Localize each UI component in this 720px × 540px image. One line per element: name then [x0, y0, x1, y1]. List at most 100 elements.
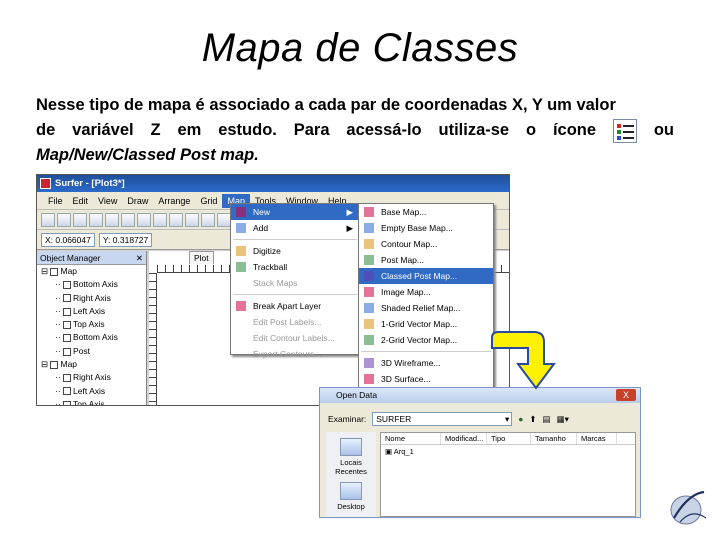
menu-file[interactable]: File: [43, 194, 68, 208]
file-name: Arq_1: [393, 447, 414, 456]
tree-item[interactable]: ⊟ Map: [37, 358, 146, 371]
menu-grid[interactable]: Grid: [195, 194, 222, 208]
new-folder-icon[interactable]: ▤: [543, 414, 551, 425]
menu-item[interactable]: Add ▶: [231, 220, 359, 236]
visibility-checkbox[interactable]: [63, 347, 72, 356]
menu-edit[interactable]: Edit: [68, 194, 94, 208]
visibility-checkbox[interactable]: [63, 387, 72, 396]
tree-item[interactable]: ·· Right Axis: [37, 371, 146, 384]
menu-item[interactable]: Empty Base Map...: [359, 220, 493, 236]
plot-tab[interactable]: Plot: [189, 251, 214, 264]
column-header[interactable]: Modificad...: [441, 433, 487, 444]
column-header[interactable]: Tipo: [487, 433, 531, 444]
close-button[interactable]: X: [616, 389, 636, 401]
menu-item[interactable]: 3D Surface...: [359, 371, 493, 387]
tree-item[interactable]: ·· Bottom Axis: [37, 278, 146, 291]
column-header[interactable]: Nome: [381, 433, 441, 444]
tree-item[interactable]: ·· Top Axis: [37, 318, 146, 331]
visibility-checkbox[interactable]: [63, 281, 72, 290]
arrow-icon: [491, 331, 556, 390]
tree-item[interactable]: ·· Top Axis: [37, 398, 146, 405]
collapse-icon[interactable]: ⊟: [41, 266, 50, 276]
menu-item[interactable]: Base Map...: [359, 204, 493, 220]
menu-item[interactable]: Post Map...: [359, 252, 493, 268]
visibility-checkbox[interactable]: [50, 267, 59, 276]
menu-draw[interactable]: Draw: [122, 194, 153, 208]
visibility-checkbox[interactable]: [63, 374, 72, 383]
menu-separator: [361, 351, 491, 352]
visibility-checkbox[interactable]: [63, 320, 72, 329]
menu-item-icon: [364, 255, 374, 265]
menu-item[interactable]: Classed Post Map...: [359, 268, 493, 284]
visibility-checkbox[interactable]: [63, 334, 72, 343]
menu-view[interactable]: View: [93, 194, 122, 208]
place-item[interactable]: Locais Recentes: [326, 438, 376, 476]
menu-item[interactable]: Edit Contour Labels...: [231, 330, 359, 346]
open-file-icon[interactable]: [57, 212, 71, 227]
visibility-checkbox[interactable]: [50, 360, 59, 369]
folder-select[interactable]: SURFER ▾: [372, 412, 513, 426]
x-coordinate: X: 0.066047: [41, 232, 95, 247]
print-preview-icon[interactable]: [105, 212, 119, 227]
menu-item[interactable]: Shaded Relief Map...: [359, 300, 493, 316]
visibility-checkbox[interactable]: [63, 307, 72, 316]
column-header[interactable]: Marcas: [577, 433, 617, 444]
tree-item[interactable]: ⊟ Map: [37, 265, 146, 278]
menu-item-icon: [364, 271, 374, 281]
save-icon[interactable]: [73, 212, 87, 227]
redo-icon[interactable]: [185, 212, 199, 227]
up-folder-icon[interactable]: ⬆: [529, 414, 536, 425]
tree-item[interactable]: ·· Left Axis: [37, 305, 146, 318]
zoom-icon[interactable]: [217, 212, 231, 227]
undo-icon[interactable]: [121, 212, 135, 227]
menu-item-icon: [364, 287, 374, 297]
menu-item-icon: [364, 303, 374, 313]
menu-item[interactable]: Image Map...: [359, 284, 493, 300]
surfer-title: Surfer - [Plot3*]: [55, 178, 125, 189]
collapse-icon[interactable]: ⊟: [41, 359, 50, 369]
place-item[interactable]: Desktop: [326, 482, 376, 511]
tree-item[interactable]: ·· Bottom Axis: [37, 331, 146, 344]
close-icon[interactable]: ✕: [136, 253, 143, 263]
file-item[interactable]: ▣ Arq_1: [381, 445, 635, 458]
look-in-row: Examinar: SURFER ▾ ● ⬆ ▤ ▦▾: [328, 412, 569, 426]
menu-item[interactable]: 1-Grid Vector Map...: [359, 316, 493, 332]
menu-item[interactable]: Edit Post Labels...: [231, 314, 359, 330]
menu-item[interactable]: Digitize: [231, 243, 359, 259]
menu-item[interactable]: Contour Map...: [359, 236, 493, 252]
copy-icon[interactable]: [153, 212, 167, 227]
file-list-header: Nome Modificad... Tipo Tamanho Marcas: [381, 433, 635, 445]
visibility-checkbox[interactable]: [63, 400, 72, 405]
paragraph-word: Para: [293, 121, 330, 139]
visibility-checkbox[interactable]: [63, 294, 72, 303]
logo-icon: [670, 490, 707, 525]
cut-icon[interactable]: [137, 212, 151, 227]
menu-item[interactable]: 2-Grid Vector Map...: [359, 332, 493, 348]
select-icon[interactable]: [201, 212, 215, 227]
back-icon[interactable]: ●: [518, 414, 523, 424]
new-file-icon[interactable]: [41, 212, 55, 227]
menu-item[interactable]: 3D Wireframe...: [359, 355, 493, 371]
menu-item-icon: [236, 246, 246, 256]
menu-item[interactable]: New ▶: [231, 204, 359, 220]
places-bar: Locais Recentes Desktop: [326, 432, 376, 517]
surfer-app-icon: [40, 178, 51, 189]
menu-item[interactable]: Stack Maps: [231, 275, 359, 291]
column-header[interactable]: Tamanho: [531, 433, 577, 444]
tree-item[interactable]: ·· Right Axis: [37, 292, 146, 305]
menu-item[interactable]: Export Contours...: [231, 346, 359, 362]
menu-arrange[interactable]: Arrange: [153, 194, 195, 208]
folder-icon: [340, 482, 362, 500]
paragraph-word: em: [177, 121, 202, 139]
paste-icon[interactable]: [169, 212, 183, 227]
tree-item-label: Left Axis: [73, 385, 106, 396]
tree-item[interactable]: ·· Left Axis: [37, 385, 146, 398]
view-menu-icon[interactable]: ▦▾: [557, 414, 569, 425]
menu-item[interactable]: Break Apart Layer: [231, 298, 359, 314]
tree-item-label: Bottom Axis: [73, 279, 118, 290]
tree-item[interactable]: ·· Post: [37, 345, 146, 358]
menu-item[interactable]: Trackball: [231, 259, 359, 275]
y-coordinate: Y: 0.318727: [98, 232, 153, 247]
look-in-label: Examinar:: [328, 414, 367, 424]
print-icon[interactable]: [89, 212, 103, 227]
